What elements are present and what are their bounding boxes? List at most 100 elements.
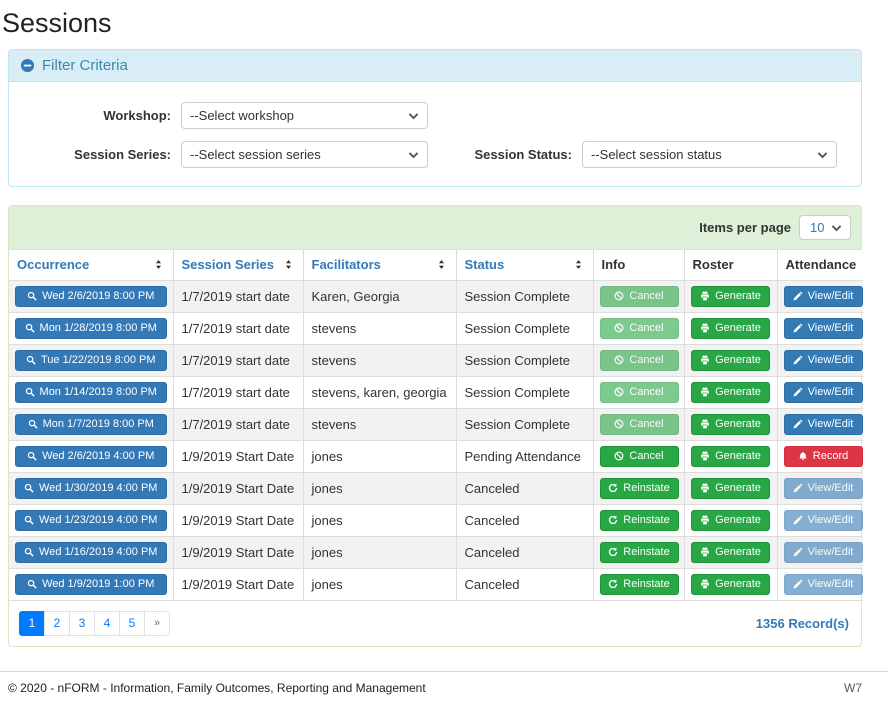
generate-button[interactable]: Generate: [691, 318, 770, 339]
pencil-icon: [793, 355, 803, 365]
roster-cell: Generate: [684, 472, 777, 504]
collapse-minus-icon[interactable]: [20, 58, 35, 73]
occurrence-button[interactable]: Wed 2/6/2019 8:00 PM: [15, 286, 167, 307]
pencil-icon: [793, 547, 803, 557]
generate-button[interactable]: Generate: [691, 414, 770, 435]
page-button-4[interactable]: 4: [94, 611, 120, 636]
session-series-cell: 1/9/2019 Start Date: [173, 536, 303, 568]
attendance-cell: View/Edit: [777, 568, 863, 600]
record-button[interactable]: Record: [784, 446, 863, 467]
generate-button[interactable]: Generate: [691, 542, 770, 563]
reinstate-button[interactable]: Reinstate: [600, 478, 679, 499]
generate-button[interactable]: Generate: [691, 286, 770, 307]
items-per-page-select[interactable]: 10: [799, 215, 851, 240]
attendance-cell: View/Edit: [777, 408, 863, 440]
status-cell: Session Complete: [456, 344, 593, 376]
workshop-label: Workshop:: [23, 108, 181, 123]
session-series-select[interactable]: --Select session series: [181, 141, 428, 168]
table-row: Mon 1/14/2019 8:00 PM 1/7/2019 start dat…: [9, 376, 863, 408]
sort-icon[interactable]: [152, 258, 165, 271]
table-row: Tue 1/22/2019 8:00 PM 1/7/2019 start dat…: [9, 344, 863, 376]
occurrence-button[interactable]: Wed 2/6/2019 4:00 PM: [15, 446, 167, 467]
session-series-cell: 1/7/2019 start date: [173, 312, 303, 344]
search-icon: [25, 323, 35, 333]
ban-icon: [614, 387, 624, 397]
session-status-label: Session Status:: [436, 147, 582, 162]
bell-icon: [798, 451, 808, 461]
filter-criteria-header[interactable]: Filter Criteria: [9, 50, 861, 82]
facilitators-cell: jones: [303, 472, 456, 504]
reinstate-button[interactable]: Reinstate: [600, 542, 679, 563]
column-header-roster: Roster: [684, 250, 777, 280]
occurrence-button[interactable]: Wed 1/9/2019 1:00 PM: [15, 574, 167, 595]
reinstate-button[interactable]: Reinstate: [600, 510, 679, 531]
generate-button[interactable]: Generate: [691, 382, 770, 403]
ban-icon: [614, 291, 624, 301]
session-status-select[interactable]: --Select session status: [582, 141, 837, 168]
view-edit-button[interactable]: View/Edit: [784, 318, 863, 339]
sort-icon[interactable]: [282, 258, 295, 271]
cancel-button: Cancel: [600, 414, 679, 435]
occurrence-button[interactable]: Wed 1/30/2019 4:00 PM: [15, 478, 167, 499]
cancel-button[interactable]: Cancel: [600, 446, 679, 467]
table-row: Wed 2/6/2019 8:00 PM 1/7/2019 start date…: [9, 280, 863, 312]
column-header-facilitators[interactable]: Facilitators: [303, 250, 456, 280]
view-edit-button[interactable]: View/Edit: [784, 286, 863, 307]
pencil-icon: [793, 323, 803, 333]
printer-icon: [700, 419, 710, 429]
page-button-3[interactable]: 3: [69, 611, 95, 636]
info-cell: Reinstate: [593, 536, 684, 568]
generate-button[interactable]: Generate: [691, 350, 770, 371]
view-edit-button[interactable]: View/Edit: [784, 414, 863, 435]
column-header-occurrence[interactable]: Occurrence: [9, 250, 173, 280]
occurrence-button[interactable]: Mon 1/28/2019 8:00 PM: [15, 318, 167, 339]
occurrence-button[interactable]: Wed 1/23/2019 4:00 PM: [15, 510, 167, 531]
table-row: Wed 1/30/2019 4:00 PM 1/9/2019 Start Dat…: [9, 472, 863, 504]
printer-icon: [700, 355, 710, 365]
generate-button[interactable]: Generate: [691, 446, 770, 467]
column-header-info: Info: [593, 250, 684, 280]
attendance-cell: View/Edit: [777, 472, 863, 504]
session-series-cell: 1/9/2019 Start Date: [173, 472, 303, 504]
reinstate-button[interactable]: Reinstate: [600, 574, 679, 595]
session-series-cell: 1/7/2019 start date: [173, 376, 303, 408]
view-edit-button: View/Edit: [784, 478, 863, 499]
column-header-session-series[interactable]: Session Series: [173, 250, 303, 280]
sort-icon[interactable]: [435, 258, 448, 271]
attendance-cell: View/Edit: [777, 536, 863, 568]
column-header-status[interactable]: Status: [456, 250, 593, 280]
page-button-1[interactable]: 1: [19, 611, 45, 636]
occurrence-button[interactable]: Tue 1/22/2019 8:00 PM: [15, 350, 167, 371]
roster-cell: Generate: [684, 312, 777, 344]
session-series-cell: 1/9/2019 Start Date: [173, 504, 303, 536]
view-edit-button[interactable]: View/Edit: [784, 350, 863, 371]
generate-button[interactable]: Generate: [691, 478, 770, 499]
facilitators-cell: stevens, karen, georgia: [303, 376, 456, 408]
sessions-table-panel: Items per page 10 Occurrence Session Ser…: [8, 205, 862, 647]
generate-button[interactable]: Generate: [691, 510, 770, 531]
attendance-cell: Record: [777, 440, 863, 472]
filter-criteria-body: Workshop: --Select workshop Session Seri…: [9, 82, 861, 186]
next-page-button[interactable]: »: [144, 611, 170, 636]
page-button-5[interactable]: 5: [119, 611, 145, 636]
pencil-icon: [793, 515, 803, 525]
search-icon: [24, 547, 34, 557]
sessions-table: Occurrence Session Series Facilitators S…: [9, 250, 863, 601]
view-edit-button: View/Edit: [784, 510, 863, 531]
generate-button[interactable]: Generate: [691, 574, 770, 595]
workshop-select[interactable]: --Select workshop: [181, 102, 428, 129]
roster-cell: Generate: [684, 568, 777, 600]
sort-icon[interactable]: [572, 258, 585, 271]
footer-version: W7: [844, 681, 862, 695]
printer-icon: [700, 323, 710, 333]
app-footer: © 2020 - nFORM - Information, Family Out…: [0, 671, 888, 707]
attendance-cell: View/Edit: [777, 376, 863, 408]
occurrence-button[interactable]: Mon 1/14/2019 8:00 PM: [15, 382, 167, 403]
printer-icon: [700, 387, 710, 397]
occurrence-button[interactable]: Wed 1/16/2019 4:00 PM: [15, 542, 167, 563]
page-button-2[interactable]: 2: [44, 611, 70, 636]
attendance-cell: View/Edit: [777, 312, 863, 344]
view-edit-button[interactable]: View/Edit: [784, 382, 863, 403]
info-cell: Reinstate: [593, 472, 684, 504]
occurrence-button[interactable]: Mon 1/7/2019 8:00 PM: [15, 414, 167, 435]
